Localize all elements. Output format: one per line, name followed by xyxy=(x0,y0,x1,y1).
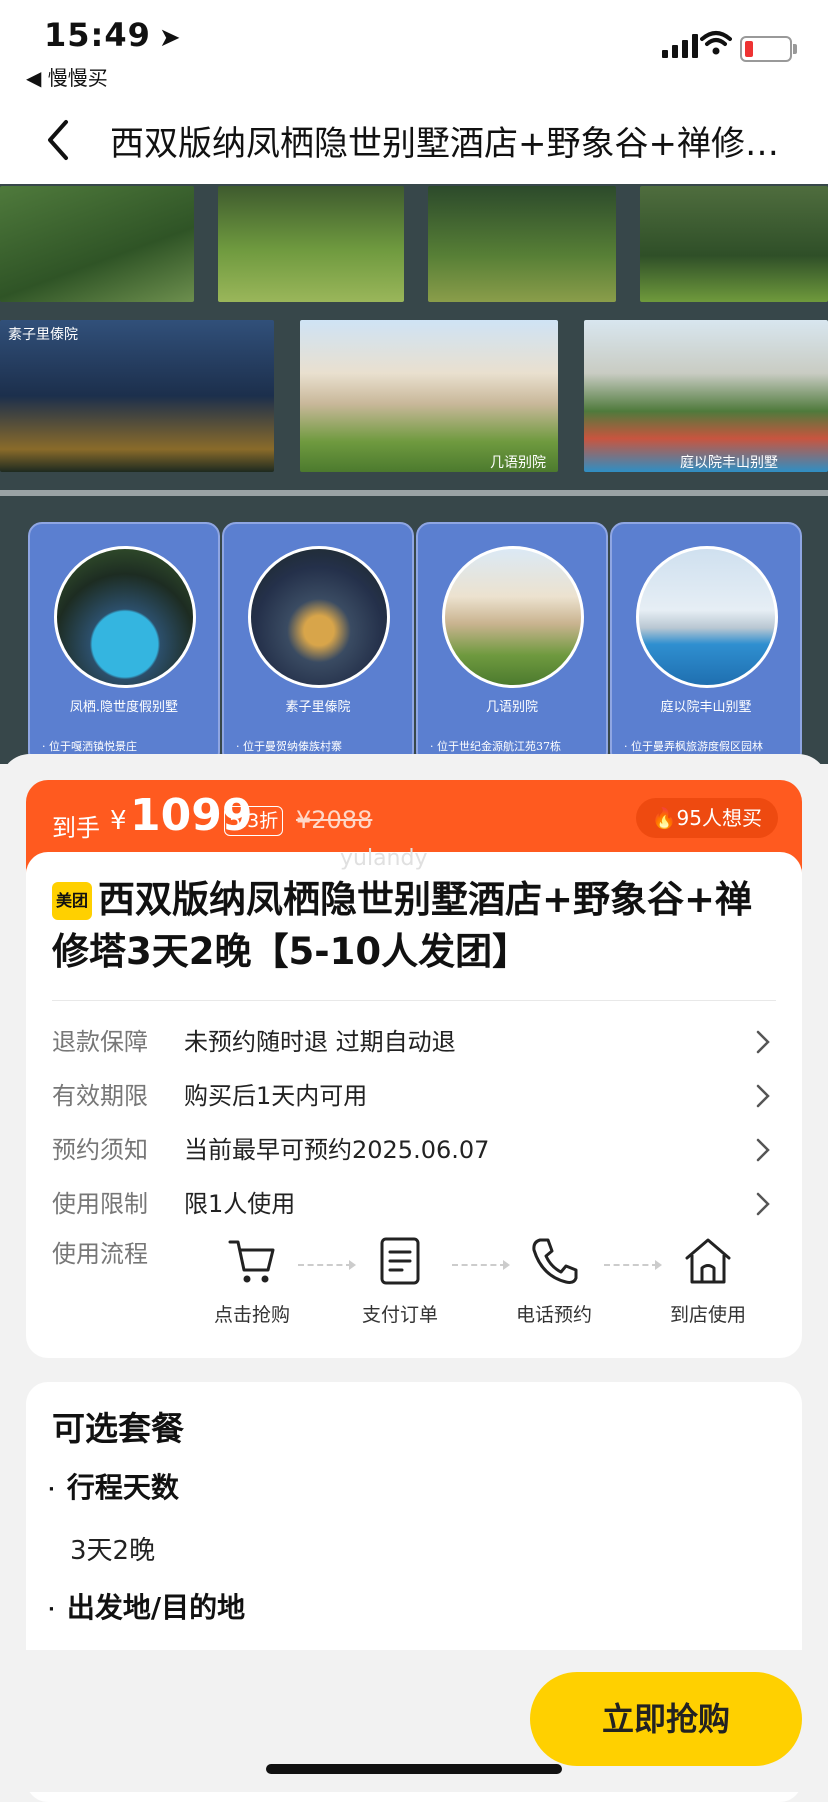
info-row-value: 限1人使用 xyxy=(184,1190,296,1218)
discount-badge: 5.3折 xyxy=(224,806,284,836)
battery-icon xyxy=(740,36,797,62)
info-row-validity[interactable]: 有效期限 购买后1天内可用 xyxy=(52,1076,776,1116)
status-time-text: 15:49 xyxy=(44,16,151,54)
banner-photo-villa xyxy=(300,320,558,472)
hotel-card-desc: · 位于曼弄枫旅游度假区园林 xyxy=(624,740,763,753)
cart-icon xyxy=(228,1240,275,1283)
bullet-dot: · xyxy=(48,1598,55,1620)
hotel-card-name: 几语别院 xyxy=(485,700,538,715)
home-indicator xyxy=(266,1764,562,1774)
banner-caption-2: 几语别院 xyxy=(490,455,546,471)
info-row-value: 当前最早可预约2025.06.07 xyxy=(184,1136,490,1164)
package-option-days[interactable]: 3天2晚 xyxy=(70,1530,155,1567)
hotel-card-desc: · 位于嘎洒镇悦景庄 xyxy=(42,740,137,753)
chevron-right-icon xyxy=(756,1084,770,1108)
banner-caption-1: 素子里傣院 xyxy=(8,327,78,343)
hotel-card-desc: · 位于世纪金源航江苑37栋 xyxy=(430,740,561,753)
info-row-label: 有效期限 xyxy=(52,1082,148,1110)
nav-bar: 西双版纳凤栖隐世别墅酒店+野象谷+禅修塔3天2晚【5-10人发团】 xyxy=(0,96,828,184)
product-banner[interactable]: 素子里傣院 几语别院 庭以院丰山别墅 凤栖.隐世度假别墅 · 位于嘎洒镇悦景庄 … xyxy=(0,184,828,764)
bullet-dot: · xyxy=(48,1478,55,1500)
back-to-app-link[interactable]: ◀ 慢慢买 xyxy=(26,62,108,91)
fire-icon: 🔥 xyxy=(651,806,677,830)
flow-step-store: 到店使用 xyxy=(648,1236,768,1327)
info-row-value: 未预约随时退 过期自动退 xyxy=(184,1028,456,1056)
info-row-value: 购买后1天内可用 xyxy=(184,1082,368,1110)
location-arrow-icon: ➤ xyxy=(158,23,182,53)
banner-photo-path xyxy=(218,186,404,302)
banner-photo-woman xyxy=(428,186,616,302)
hotel-card[interactable]: 庭以院丰山别墅 · 位于曼弄枫旅游度假区园林 xyxy=(610,522,802,764)
price-prefix: 到手 xyxy=(52,814,100,842)
hotel-card-image xyxy=(442,546,584,688)
want-buy-badge: 🔥95人想买 xyxy=(635,798,778,838)
info-row-booking[interactable]: 预约须知 当前最早可预约2025.06.07 xyxy=(52,1130,776,1170)
product-title: 西双版纳凤栖隐世别墅酒店+野象谷+禅修塔3天2晚【5-10人发团】 xyxy=(52,878,753,973)
hotel-card-image xyxy=(248,546,390,688)
info-row-refund[interactable]: 退款保障 未预约随时退 过期自动退 xyxy=(52,1022,776,1062)
package-section-days-label: 行程天数 xyxy=(66,1471,179,1504)
package-title: 可选套餐 xyxy=(52,1409,184,1448)
info-row-limit[interactable]: 使用限制 限1人使用 xyxy=(52,1184,776,1224)
banner-divider xyxy=(0,490,828,496)
banner-photo-pool xyxy=(584,320,828,472)
hotel-card-image xyxy=(54,546,196,688)
signal-icon xyxy=(662,34,698,58)
chevron-right-icon xyxy=(756,1192,770,1216)
flow-step-call: 电话预约 xyxy=(494,1236,614,1327)
original-price: ¥2088 xyxy=(296,806,373,834)
hotel-card-image xyxy=(636,546,778,688)
hotel-card-desc: · 位于曼贺纳傣族村寨 xyxy=(236,740,342,753)
hotel-card-name: 素子里傣院 xyxy=(285,700,351,715)
page-title: 西双版纳凤栖隐世别墅酒店+野象谷+禅修塔3天2晚【5-10人发团】 xyxy=(110,124,800,164)
divider xyxy=(52,1000,776,1001)
chevron-right-icon xyxy=(756,1138,770,1162)
package-section-days: · 行程天数 xyxy=(48,1466,179,1506)
store-icon xyxy=(685,1238,731,1284)
flow-step-text: 支付订单 xyxy=(361,1304,438,1326)
hotel-card[interactable]: 几语别院 · 位于世纪金源航江苑37栋 xyxy=(416,522,608,764)
flow-step-buy: 点击抢购 xyxy=(192,1236,312,1327)
flow-label: 使用流程 xyxy=(52,1240,148,1268)
flow-step-text: 到店使用 xyxy=(669,1304,746,1326)
hotel-card-name: 凤栖.隐世度假别墅 xyxy=(69,700,179,715)
package-section-destination-label: 出发地/目的地 xyxy=(66,1591,246,1624)
want-buy-count: 95人想买 xyxy=(676,806,762,830)
chevron-right-icon xyxy=(756,1030,770,1054)
banner-photo-forest xyxy=(640,186,828,302)
back-arrow-icon[interactable] xyxy=(40,116,80,164)
hotel-card-name: 庭以院丰山别墅 xyxy=(660,700,752,715)
info-row-label: 退款保障 xyxy=(52,1028,148,1056)
banner-photo-garden-1 xyxy=(0,186,194,302)
wifi-icon xyxy=(700,31,732,55)
package-section-destination: · 出发地/目的地 xyxy=(48,1586,245,1626)
info-row-label: 使用限制 xyxy=(52,1190,148,1218)
flow-step-text: 点击抢购 xyxy=(213,1304,290,1326)
buy-now-button[interactable]: 立即抢购 xyxy=(530,1672,802,1766)
order-icon xyxy=(380,1237,420,1285)
flow-step-text: 电话预约 xyxy=(515,1304,592,1326)
hotel-card[interactable]: 素子里傣院 · 位于曼贺纳傣族村寨 xyxy=(222,522,414,764)
hotel-card[interactable]: 凤栖.隐世度假别墅 · 位于嘎洒镇悦景庄 xyxy=(28,522,220,764)
banner-caption-3: 庭以院丰山别墅 xyxy=(680,455,778,471)
info-row-label: 预约须知 xyxy=(52,1136,148,1164)
flow-step-pay: 支付订单 xyxy=(340,1236,460,1327)
status-time: 15:49 ➤ xyxy=(44,16,182,54)
watermark: yulandy xyxy=(340,846,428,871)
price-currency: ¥ xyxy=(110,806,127,836)
status-bar: 15:49 ➤ ◀ 慢慢买 xyxy=(0,0,828,96)
phone-icon xyxy=(532,1238,578,1284)
